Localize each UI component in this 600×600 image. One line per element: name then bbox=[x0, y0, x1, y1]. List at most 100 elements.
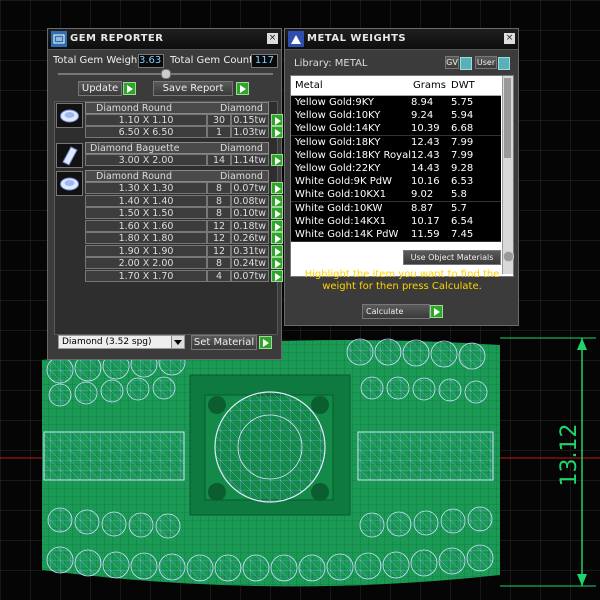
metal-column-header[interactable]: Metal bbox=[295, 80, 323, 91]
select-row-icon[interactable] bbox=[271, 219, 283, 232]
gem-weight: 1.03tw bbox=[231, 126, 269, 138]
metal-weights-titlebar[interactable]: METAL WEIGHTS × bbox=[285, 29, 518, 50]
select-row-icon[interactable] bbox=[271, 232, 283, 244]
metal-dwt: 6.53 bbox=[451, 176, 474, 188]
gem-reporter-titlebar[interactable]: GEM REPORTER × bbox=[48, 29, 281, 50]
splitter-handle[interactable] bbox=[161, 69, 171, 79]
metal-name: White Gold:9K PdW bbox=[295, 176, 392, 188]
metal-table[interactable]: Metal Grams DWT Yellow Gold:9KY 8.94 5.75 Y… bbox=[290, 75, 514, 277]
scale-icon bbox=[288, 31, 304, 47]
metal-name: Yellow Gold:22KY bbox=[295, 163, 381, 174]
material-select[interactable]: Diamond (3.52 spg) bbox=[58, 335, 185, 349]
gem-list[interactable]: Diamond Round Diamond 1.10 X 1.10 30 0.1… bbox=[54, 101, 283, 335]
select-row-icon[interactable] bbox=[271, 154, 283, 166]
gem-row[interactable]: 6.50 X 6.50 1 1.03tw bbox=[85, 126, 285, 138]
gem-count: 4 bbox=[207, 269, 231, 282]
gv-toggle-indicator[interactable] bbox=[460, 57, 472, 70]
gem-reporter-icon bbox=[51, 31, 67, 47]
metal-grams: 10.16 bbox=[411, 176, 440, 188]
metal-row[interactable]: Yellow Gold:14KY 10.39 6.68 bbox=[291, 122, 501, 137]
metal-dwt: 7.45 bbox=[451, 229, 474, 240]
select-row-icon[interactable] bbox=[271, 194, 283, 207]
set-material-button[interactable]: Set Material bbox=[191, 335, 257, 350]
gem-row[interactable]: 1.60 X 1.60 12 0.18tw bbox=[85, 219, 285, 232]
select-row-icon[interactable] bbox=[271, 244, 283, 257]
dwt-column-header[interactable]: DWT bbox=[451, 80, 475, 91]
save-report-play-icon[interactable] bbox=[236, 82, 249, 95]
metal-row[interactable]: Yellow Gold:18KY Royal 12.43 7.99 bbox=[291, 148, 501, 163]
update-button[interactable]: Update bbox=[78, 81, 122, 96]
total-gem-weight-label: Total Gem Weight bbox=[53, 55, 142, 66]
gem-row[interactable]: 3.00 X 2.00 14 1.14tw bbox=[85, 154, 285, 166]
close-icon[interactable]: × bbox=[504, 33, 515, 44]
gem-count: 14 bbox=[207, 154, 231, 166]
chevron-down-icon[interactable] bbox=[171, 336, 184, 348]
gem-count: 12 bbox=[207, 244, 231, 257]
metal-grams: 8.94 bbox=[411, 97, 434, 108]
gem-weight: 0.10tw bbox=[231, 207, 269, 219]
metal-name: Yellow Gold:18KY Royal bbox=[295, 149, 411, 161]
metal-row[interactable]: White Gold:14KX1 10.17 6.54 bbox=[291, 214, 501, 229]
gem-type-label: Diamond Round bbox=[96, 103, 172, 114]
gem-size: 1.40 X 1.40 bbox=[85, 194, 207, 207]
use-object-materials-toggle[interactable] bbox=[503, 251, 514, 262]
calculate-play-icon[interactable] bbox=[430, 305, 443, 318]
gem-row[interactable]: 2.00 X 2.00 8 0.24tw bbox=[85, 257, 285, 269]
gem-type-label: Diamond Round bbox=[96, 171, 172, 182]
metal-grams: 8.87 bbox=[411, 202, 434, 214]
metal-dwt: 5.75 bbox=[451, 97, 474, 108]
select-row-icon[interactable] bbox=[271, 182, 283, 194]
gem-count: 8 bbox=[207, 194, 231, 207]
user-toggle-indicator[interactable] bbox=[498, 57, 510, 70]
metal-row[interactable]: White Gold:10KX1 9.02 5.8 bbox=[291, 188, 501, 203]
round-gem-icon bbox=[56, 171, 83, 196]
gem-row[interactable]: 1.10 X 1.10 30 0.15tw bbox=[85, 114, 285, 126]
metal-row[interactable]: White Gold:10KW 8.87 5.7 bbox=[291, 201, 501, 216]
gem-count: 8 bbox=[207, 257, 231, 269]
set-material-play-icon[interactable] bbox=[259, 336, 272, 349]
gem-count: 30 bbox=[207, 114, 231, 126]
grams-column-header[interactable]: Grams bbox=[413, 80, 446, 91]
gem-size: 1.60 X 1.60 bbox=[85, 219, 207, 232]
metal-row[interactable]: White Gold:9K PdW 10.16 6.53 bbox=[291, 175, 501, 190]
gv-toggle[interactable]: GV bbox=[445, 56, 459, 69]
gem-row[interactable]: 1.40 X 1.40 8 0.08tw bbox=[85, 194, 285, 207]
gem-size: 6.50 X 6.50 bbox=[85, 126, 207, 138]
gem-weight: 0.07tw bbox=[231, 182, 269, 194]
total-gem-weight-value: 3.63 bbox=[138, 54, 164, 68]
gem-row[interactable]: 1.70 X 1.70 4 0.07tw bbox=[85, 269, 285, 282]
gem-row[interactable]: 1.30 X 1.30 8 0.07tw bbox=[85, 182, 285, 194]
select-row-icon[interactable] bbox=[271, 257, 283, 269]
gem-weight: 0.07tw bbox=[231, 269, 269, 282]
select-row-icon[interactable] bbox=[271, 269, 283, 282]
gem-row[interactable]: 1.80 X 1.80 12 0.26tw bbox=[85, 232, 285, 244]
close-icon[interactable]: × bbox=[267, 33, 278, 44]
metal-name: Yellow Gold:18KY bbox=[295, 136, 381, 148]
gem-material-label: Diamond bbox=[220, 143, 263, 154]
metal-row[interactable]: Yellow Gold:9KY 8.94 5.75 bbox=[291, 96, 501, 110]
gem-row[interactable]: 1.50 X 1.50 8 0.10tw bbox=[85, 207, 285, 219]
update-play-icon[interactable] bbox=[123, 82, 136, 95]
select-row-icon[interactable] bbox=[271, 126, 283, 138]
metal-dwt: 5.8 bbox=[451, 189, 467, 201]
gem-reporter-title: GEM REPORTER bbox=[70, 33, 164, 44]
metal-row[interactable]: Yellow Gold:18KY 12.43 7.99 bbox=[291, 135, 501, 150]
metal-dwt: 7.99 bbox=[451, 149, 474, 161]
metal-row[interactable]: White Gold:14K PdW 11.59 7.45 bbox=[291, 228, 501, 242]
metal-row[interactable]: Yellow Gold:10KY 9.24 5.94 bbox=[291, 109, 501, 124]
metal-row[interactable]: Yellow Gold:22KY 14.43 9.28 bbox=[291, 162, 501, 176]
scrollbar-thumb[interactable] bbox=[504, 78, 511, 158]
select-row-icon[interactable] bbox=[271, 207, 283, 219]
metal-weights-panel: METAL WEIGHTS × Library: METAL GV User M… bbox=[284, 28, 519, 326]
user-toggle[interactable]: User bbox=[475, 56, 497, 69]
select-row-icon[interactable] bbox=[271, 114, 283, 126]
gem-row[interactable]: 1.90 X 1.90 12 0.31tw bbox=[85, 244, 285, 257]
metal-table-scrollbar[interactable] bbox=[502, 76, 513, 274]
gem-size: 1.70 X 1.70 bbox=[85, 269, 207, 282]
calculate-button[interactable]: Calculate bbox=[362, 304, 430, 319]
metal-table-header: Metal Grams DWT bbox=[291, 76, 501, 96]
use-object-materials-button[interactable]: Use Object Materials bbox=[403, 250, 501, 265]
save-report-button[interactable]: Save Report bbox=[153, 81, 233, 96]
metal-grams: 12.43 bbox=[411, 136, 440, 148]
gem-count: 12 bbox=[207, 232, 231, 244]
